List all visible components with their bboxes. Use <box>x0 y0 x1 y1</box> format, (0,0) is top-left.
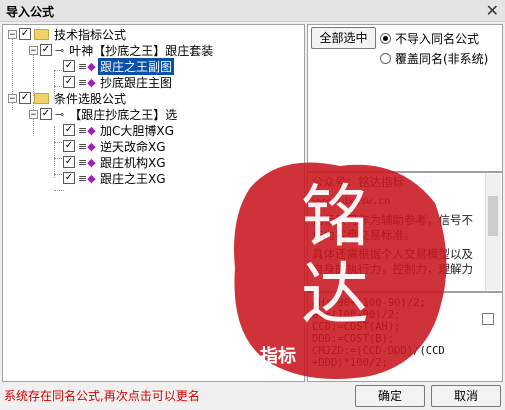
tree-line <box>54 126 55 178</box>
tree-node-label: 技术指标公式 <box>54 27 127 42</box>
radio-label: 覆盖同名(非系统) <box>395 52 489 66</box>
radio-checked-icon <box>380 33 391 44</box>
tree-node-label: 叶神【抄底之王】跟庄套装 <box>69 43 214 58</box>
tree-node-formula[interactable]: ✓ ≡◆ 跟庄之王副图 <box>63 57 175 75</box>
key-icon: ⊸ <box>55 107 65 121</box>
ok-button[interactable]: 确定 <box>355 385 425 407</box>
tree-node-label: 加C大胆博XG <box>100 123 174 138</box>
key-icon: ⊸ <box>55 43 65 57</box>
formula-code-panel: AH:=90+(100-90)/2; B:=(100-90)/2; CCD:=COS… <box>307 292 503 382</box>
description-line: 公众号：铭达指标 <box>312 175 404 189</box>
description-panel: 公众号：铭达指标 www.tdxgsw.cn 指标只可作为辅助参考，信号不作为实… <box>307 172 503 292</box>
checkbox[interactable]: ✓ <box>63 60 75 72</box>
code-line: DDD:=COST(B); <box>312 333 395 345</box>
tree-node-label: 跟庄之王副图 <box>98 57 175 75</box>
formula-icon: ≡◆ <box>78 139 96 153</box>
radio-label: 不导入同名公式 <box>395 32 480 46</box>
code-checkbox[interactable] <box>482 313 494 325</box>
tree-node-suite[interactable]: − ✓ ⊸ 叶神【抄底之王】跟庄套装 <box>29 42 215 58</box>
close-icon[interactable]: ✕ <box>486 1 499 20</box>
title-bar: 导入公式 ✕ <box>0 0 505 22</box>
radio-unchecked-icon <box>380 53 391 64</box>
checkbox[interactable]: ✓ <box>40 44 52 56</box>
formula-icon: ≡◆ <box>78 123 96 137</box>
description-scrollbar[interactable] <box>485 174 501 290</box>
checkbox[interactable]: ✓ <box>63 76 75 88</box>
options-panel: 全部选中 不导入同名公式 覆盖同名(非系统) <box>307 24 503 172</box>
description-text: 公众号：铭达指标 www.tdxgsw.cn 指标只可作为辅助参考，信号不作为实… <box>312 175 482 281</box>
description-line: 具体还需根据个人交易模型以及自身的执行力，控制力，理解力 <box>312 247 473 276</box>
tree-node-label: 逆天改命XG <box>100 139 166 154</box>
formula-tree[interactable]: − ✓ 技术指标公式 − ✓ ⊸ 叶神【抄底之王】跟庄套装 ✓ ≡◆ 跟庄之王副… <box>2 24 305 382</box>
tree-node-condition-folder[interactable]: − ✓ 条件选股公式 <box>8 90 128 106</box>
tree-node-formula[interactable]: ✓ ≡◆ 加C大胆博XG <box>63 122 176 138</box>
tree-node-label: 跟庄之王XG <box>100 171 166 186</box>
tree-node-tech-folder[interactable]: − ✓ 技术指标公式 <box>8 26 128 42</box>
tree-node-label: 跟庄机构XG <box>100 155 166 170</box>
cancel-button[interactable]: 取消 <box>431 385 501 407</box>
description-line: 指标只可作为辅助参考，信号不作为实盘交易标准。 <box>312 213 473 242</box>
tree-node-label: 【跟庄抄底之王】选 <box>69 107 178 122</box>
tree-node-formula[interactable]: ✓ ≡◆ 跟庄机构XG <box>63 154 168 170</box>
checkbox[interactable]: ✓ <box>63 124 75 136</box>
collapse-icon[interactable]: − <box>8 29 17 39</box>
checkbox[interactable]: ✓ <box>19 28 31 40</box>
collapse-icon[interactable]: − <box>8 93 17 103</box>
checkbox[interactable]: ✓ <box>40 108 52 120</box>
window-title: 导入公式 <box>6 5 55 19</box>
tree-line <box>54 190 64 191</box>
tree-node-formula[interactable]: ✓ ≡◆ 跟庄之王XG <box>63 170 168 186</box>
status-message: 系统存在同名公式,再次点击可以更名 <box>4 389 200 403</box>
collapse-icon[interactable]: − <box>29 109 38 119</box>
folder-icon <box>34 92 49 104</box>
code-line: CCD:=COST(AH); <box>312 321 401 333</box>
collapse-icon[interactable]: − <box>29 45 38 55</box>
tree-node-formula[interactable]: ✓ ≡◆ 抄底跟庄主图 <box>63 74 174 90</box>
formula-icon: ≡◆ <box>78 75 96 89</box>
code-line: CMJZD:=(CCD-DDD)/(CCD <box>312 345 445 357</box>
code-line: +DDD)*100/2; <box>312 357 388 369</box>
tree-node-formula[interactable]: ✓ ≡◆ 逆天改命XG <box>63 138 168 154</box>
formula-icon: ≡◆ <box>78 155 96 169</box>
tree-node-label: 抄底跟庄主图 <box>100 75 173 90</box>
checkbox[interactable]: ✓ <box>63 140 75 152</box>
select-all-button[interactable]: 全部选中 <box>311 27 376 49</box>
checkbox[interactable]: ✓ <box>63 156 75 168</box>
checkbox[interactable]: ✓ <box>63 172 75 184</box>
description-url: www.tdxgsw.cn <box>312 196 391 207</box>
formula-icon: ≡◆ <box>78 171 96 185</box>
formula-icon: ≡◆ <box>78 59 96 73</box>
checkbox[interactable]: ✓ <box>19 92 31 104</box>
tree-node-suite[interactable]: − ✓ ⊸ 【跟庄抄底之王】选 <box>29 106 179 122</box>
code-line: B:=(100-90)/2; <box>312 309 401 321</box>
radio-skip-duplicates[interactable]: 不导入同名公式 <box>380 30 479 47</box>
tree-node-label: 条件选股公式 <box>54 91 127 106</box>
code-line: AH:=90+(100-90)/2; <box>312 297 426 309</box>
folder-icon <box>34 28 49 40</box>
formula-code: AH:=90+(100-90)/2; B:=(100-90)/2; CCD:=COS… <box>312 297 445 369</box>
radio-overwrite-duplicates[interactable]: 覆盖同名(非系统) <box>380 50 488 67</box>
scrollbar-thumb[interactable] <box>488 196 498 236</box>
